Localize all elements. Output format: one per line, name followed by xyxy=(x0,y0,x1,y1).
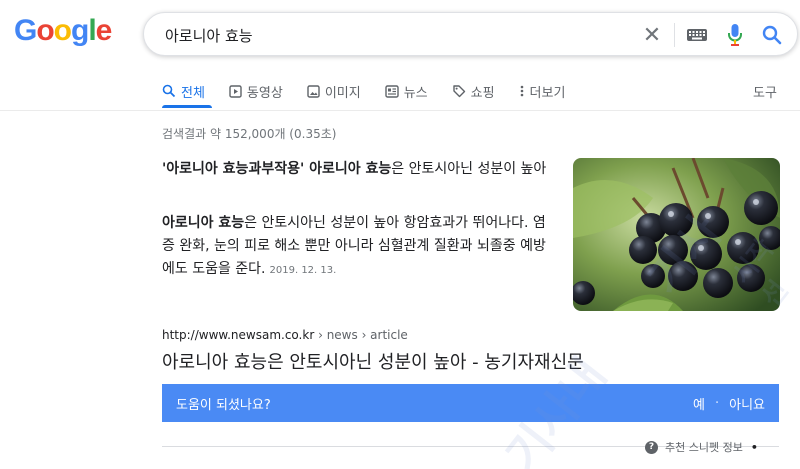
snippet-text: 아로니아 효능은 안토시아닌 성분이 높아 항암효과가 뛰어나다. 염증 완화,… xyxy=(162,212,557,282)
image-icon xyxy=(307,84,320,98)
logo-letter: G xyxy=(14,14,37,47)
result-url: http://www.newsam.co.kr › news › article xyxy=(162,328,408,342)
result-url-breadcrumb: › news › article xyxy=(314,328,408,342)
video-icon xyxy=(229,84,242,98)
tab-label: 이미지 xyxy=(324,85,361,101)
mic-icon[interactable] xyxy=(727,23,743,47)
snippet-heading: '아로니아 효능과부작용' 아로니아 효능은 안토시아닌 성분이 높아 xyxy=(162,158,562,180)
divider xyxy=(674,23,675,47)
feedback-separator: · xyxy=(714,395,720,411)
snippet-heading-bold: 아로니아 효능 xyxy=(304,161,392,177)
tab-label: 뉴스 xyxy=(403,85,428,101)
search-input[interactable] xyxy=(165,24,625,46)
tab-news[interactable]: 뉴스 xyxy=(385,80,428,102)
tab-label: 더보기 xyxy=(529,85,566,101)
logo-letter: l xyxy=(88,14,96,47)
keyboard-icon[interactable] xyxy=(686,27,708,43)
snippet-heading-text: 은 안토시아닌 성분이 높아 xyxy=(391,161,547,177)
search-tabs: 전체 동영상 이미지 뉴스 쇼핑 더보기 xyxy=(162,80,589,110)
about-label: 추천 스니펫 정보 xyxy=(665,441,743,454)
logo-letter: o xyxy=(53,14,72,47)
active-tab-indicator xyxy=(162,105,212,108)
search-icon[interactable] xyxy=(761,24,783,46)
result-stats: 검색결과 약 152,000개 (0.35초) xyxy=(162,127,337,141)
tab-shopping[interactable]: 쇼핑 xyxy=(452,80,495,102)
logo-letter: g xyxy=(71,14,89,47)
tab-videos[interactable]: 동영상 xyxy=(229,80,283,102)
tab-more[interactable]: 더보기 xyxy=(519,80,566,102)
tab-label: 전체 xyxy=(181,85,205,101)
feedback-bar: 도움이 되셨나요? 예 · 아니요 xyxy=(162,384,779,422)
more-vert-icon xyxy=(520,85,523,97)
result-title-link[interactable]: 아로니아 효능은 안토시아닌 성분이 높아 - 농기자재신문 xyxy=(162,348,584,374)
divider xyxy=(0,110,800,111)
snippet-date: 2019. 12. 13. xyxy=(269,265,337,276)
logo-letter: o xyxy=(36,14,54,47)
feedback-question: 도움이 되셨나요? xyxy=(176,397,271,413)
google-logo[interactable]: Google xyxy=(14,14,113,48)
tab-all[interactable]: 전체 xyxy=(162,80,205,102)
close-icon[interactable]: ✕ xyxy=(639,22,665,48)
logo-letter: e xyxy=(95,14,113,47)
about-featured-snippet[interactable]: ? 추천 스니펫 정보 • xyxy=(645,439,758,455)
tab-label: 동영상 xyxy=(246,85,283,101)
more-dot: • xyxy=(750,440,758,454)
tab-images[interactable]: 이미지 xyxy=(307,80,361,102)
search-box: ✕ xyxy=(143,12,798,56)
snippet-thumbnail[interactable] xyxy=(573,158,780,311)
tag-icon xyxy=(452,85,465,98)
tools-button[interactable]: 도구 xyxy=(753,82,777,101)
tab-label: 쇼핑 xyxy=(470,85,495,101)
feedback-no-button[interactable]: 아니요 xyxy=(729,394,765,413)
news-icon xyxy=(385,84,399,98)
help-icon: ? xyxy=(645,440,658,454)
snippet-text-bold: 아로니아 효능 xyxy=(162,215,245,231)
search-icon xyxy=(162,84,176,98)
feedback-yes-button[interactable]: 예 xyxy=(693,394,705,413)
feedback-actions: 예 · 아니요 xyxy=(693,394,765,413)
snippet-heading-bold: '아로니아 효능과부작용' xyxy=(162,161,305,177)
result-url-base: http://www.newsam.co.kr xyxy=(162,328,315,342)
